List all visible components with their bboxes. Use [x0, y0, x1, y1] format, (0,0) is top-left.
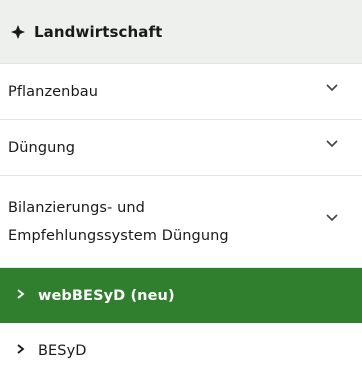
chevron-right-icon — [14, 288, 28, 302]
nav-header-label: Landwirtschaft — [34, 22, 163, 41]
diamond-cross-icon — [10, 24, 26, 40]
nav-header-landwirtschaft[interactable]: Landwirtschaft — [0, 0, 362, 64]
chevron-right-icon — [14, 343, 28, 357]
chevron-down-icon — [324, 140, 340, 151]
nav-subitem-besyd[interactable]: BESyD — [0, 323, 362, 378]
chevron-down-icon — [324, 214, 340, 225]
nav-item-label: Düngung — [8, 139, 76, 156]
nav-subitem-label: webBESyD (neu) — [38, 287, 175, 304]
nav-subitem-label: BESyD — [38, 342, 87, 359]
chevron-down-icon — [324, 84, 340, 95]
nav-item-pflanzenbau[interactable]: Pflanzenbau — [0, 64, 362, 120]
side-navigation: Landwirtschaft Pflanzenbau Düngung Bilan… — [0, 0, 362, 378]
nav-item-label: Bilanzierungs- und Empfehlungssystem Dün… — [8, 194, 229, 250]
nav-subitem-webbesyd[interactable]: webBESyD (neu) — [0, 268, 362, 323]
nav-item-label: Pflanzenbau — [8, 83, 99, 100]
nav-item-duengung[interactable]: Düngung — [0, 120, 362, 176]
nav-item-bilanzierungs-und-empfehlungssystem[interactable]: Bilanzierungs- und Empfehlungssystem Dün… — [0, 176, 362, 268]
nav-item-label-line2: Empfehlungssystem Düngung — [8, 227, 229, 244]
nav-item-label-line1: Bilanzierungs- und — [8, 199, 145, 216]
